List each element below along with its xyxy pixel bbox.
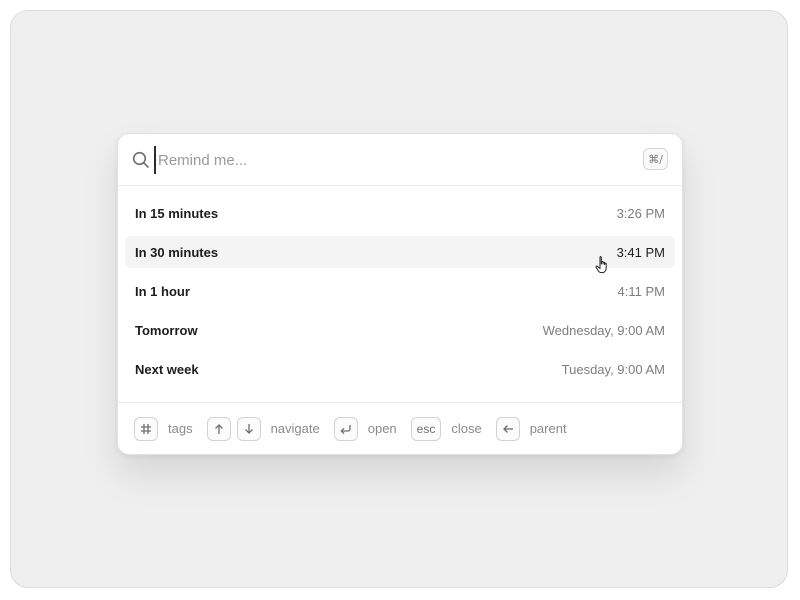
search-icon — [132, 151, 149, 168]
option-label: In 1 hour — [135, 283, 190, 299]
return-key — [333, 416, 358, 441]
hint-tags: tags — [134, 416, 193, 441]
option-time: 4:11 PM — [617, 283, 665, 299]
remind-search-input[interactable] — [154, 146, 628, 174]
arrow-down-key — [236, 416, 261, 441]
arrow-left-icon — [502, 424, 513, 433]
hand-pointer-icon — [595, 256, 607, 274]
arrow-up-icon — [214, 423, 223, 434]
reminder-options-list: In 15 minutes 3:26 PM In 30 minutes 3:41… — [118, 186, 682, 385]
option-in-1-hour[interactable]: In 1 hour 4:11 PM — [125, 275, 675, 307]
hash-key — [134, 416, 158, 441]
keyboard-hints-footer: tags navigate open esc close parent — [118, 402, 682, 454]
arrow-up-key — [206, 416, 231, 441]
option-tomorrow[interactable]: Tomorrow Wednesday, 9:00 AM — [125, 314, 675, 346]
option-label: In 30 minutes — [135, 244, 219, 260]
hint-tags-label: tags — [168, 421, 193, 436]
shortcut-key-badge[interactable]: ⌘/ — [643, 148, 668, 170]
option-next-week[interactable]: Next week Tuesday, 9:00 AM — [125, 353, 675, 385]
hint-navigate-label: navigate — [270, 421, 320, 436]
hint-open-label: open — [367, 421, 397, 436]
hint-navigate: navigate — [206, 416, 320, 441]
return-icon — [340, 424, 351, 434]
option-time: 3:26 PM — [616, 205, 665, 221]
search-bar: ⌘/ — [118, 134, 682, 186]
option-label: Next week — [135, 361, 199, 377]
hint-close-label: close — [451, 421, 482, 436]
reminder-command-palette: ⌘/ In 15 minutes 3:26 PM In 30 minutes 3… — [117, 133, 683, 455]
hint-close: esc close — [410, 416, 482, 441]
option-time: Wednesday, 9:00 AM — [542, 322, 665, 338]
option-label: In 15 minutes — [135, 205, 219, 221]
hint-parent: parent — [495, 416, 567, 441]
option-in-30-minutes[interactable]: In 30 minutes 3:41 PM — [125, 236, 675, 274]
hash-icon — [141, 423, 151, 434]
option-time: Tuesday, 9:00 AM — [561, 361, 665, 377]
esc-key: esc — [410, 416, 442, 441]
arrow-left-key — [495, 416, 520, 441]
option-time: 3:41 PM — [616, 244, 665, 260]
hint-open: open — [333, 416, 397, 441]
option-in-15-minutes[interactable]: In 15 minutes 3:26 PM — [125, 197, 675, 229]
hint-parent-label: parent — [529, 421, 567, 436]
app-frame: ⌘/ In 15 minutes 3:26 PM In 30 minutes 3… — [10, 10, 788, 588]
arrow-down-icon — [244, 423, 253, 434]
option-label: Tomorrow — [135, 322, 198, 338]
